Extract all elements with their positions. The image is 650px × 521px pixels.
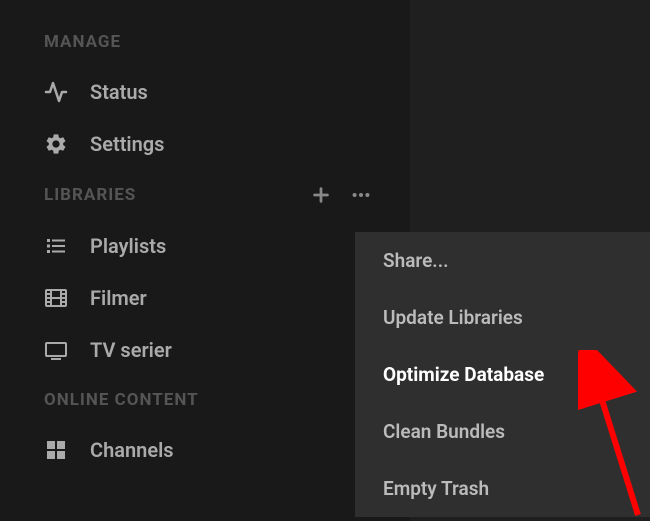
film-icon xyxy=(44,286,68,310)
libraries-context-menu: Share... Update Libraries Optimize Datab… xyxy=(355,232,650,517)
sidebar-item-label: Status xyxy=(90,80,148,104)
sidebar-item-settings[interactable]: Settings xyxy=(0,118,410,170)
sidebar-item-filmer[interactable]: Filmer xyxy=(0,272,410,324)
sidebar-item-channels[interactable]: Channels xyxy=(0,424,410,476)
menu-item-empty-trash[interactable]: Empty Trash xyxy=(355,460,650,517)
section-online-header: ONLINE CONTENT xyxy=(0,376,410,424)
menu-item-label: Optimize Database xyxy=(383,363,544,386)
section-libraries-header: LIBRARIES xyxy=(0,170,410,220)
sidebar-item-label: TV serier xyxy=(90,338,172,362)
menu-item-label: Share... xyxy=(383,249,449,272)
grid-icon xyxy=(44,438,68,462)
sidebar-item-tvserier[interactable]: TV serier xyxy=(0,324,410,376)
menu-item-label: Update Libraries xyxy=(383,306,523,329)
section-libraries-label: LIBRARIES xyxy=(44,185,136,205)
menu-item-share[interactable]: Share... xyxy=(355,232,650,289)
sidebar-item-label: Channels xyxy=(90,438,174,462)
menu-item-label: Clean Bundles xyxy=(383,420,505,443)
section-online-label: ONLINE CONTENT xyxy=(44,390,199,410)
plus-icon[interactable] xyxy=(310,184,332,206)
sidebar-item-label: Filmer xyxy=(90,286,147,310)
section-manage-label: MANAGE xyxy=(44,32,121,52)
sidebar-item-label: Playlists xyxy=(90,234,166,258)
sidebar: MANAGE Status Settings LIBRARIES Playlis… xyxy=(0,0,410,521)
more-icon[interactable] xyxy=(350,184,372,206)
menu-item-optimize-database[interactable]: Optimize Database xyxy=(355,346,650,403)
menu-item-update-libraries[interactable]: Update Libraries xyxy=(355,289,650,346)
sidebar-item-status[interactable]: Status xyxy=(0,66,410,118)
sidebar-item-label: Settings xyxy=(90,132,164,156)
list-icon xyxy=(44,234,68,258)
gear-icon xyxy=(44,132,68,156)
activity-icon xyxy=(44,80,68,104)
section-manage-header: MANAGE xyxy=(0,18,410,66)
tv-icon xyxy=(44,338,68,362)
menu-item-label: Empty Trash xyxy=(383,477,489,500)
menu-item-clean-bundles[interactable]: Clean Bundles xyxy=(355,403,650,460)
sidebar-item-playlists[interactable]: Playlists xyxy=(0,220,410,272)
